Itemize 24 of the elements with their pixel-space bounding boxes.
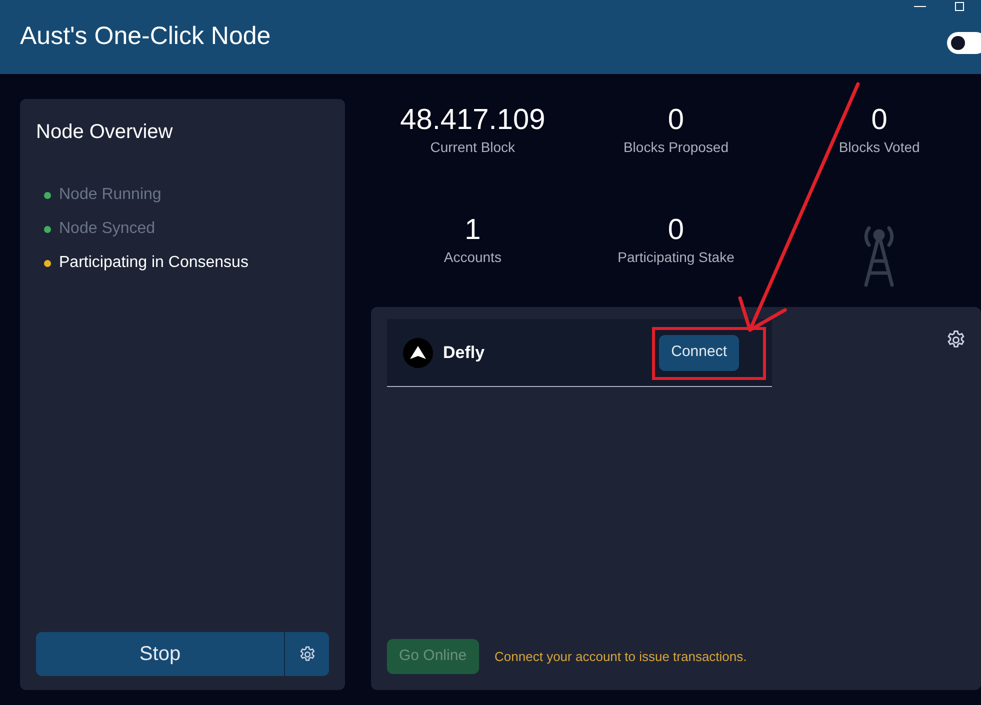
stat-value: 48.417.109 (400, 103, 546, 137)
stat-label: Blocks Voted (838, 138, 920, 157)
stat-value: 0 (668, 212, 684, 246)
stat-label: Blocks Proposed (623, 138, 729, 157)
maximize-icon[interactable] (955, 2, 964, 11)
stat-value: 0 (871, 103, 888, 137)
stop-button[interactable]: Stop (36, 632, 285, 676)
theme-toggle[interactable] (947, 32, 981, 54)
stat-value: 1 (464, 212, 481, 246)
hint-message: Connect your account to issue transactions. (494, 648, 747, 666)
connect-button[interactable]: Connect (659, 334, 739, 370)
settings-icon (298, 644, 316, 664)
stat-value: 0 (668, 103, 684, 137)
stat-label: Participating Stake (618, 248, 734, 267)
node-settings-button[interactable] (285, 632, 329, 676)
status-label: Participating in Consensus (59, 253, 248, 273)
status-label: Node Synced (59, 219, 156, 239)
window-title: Aust's One-Click Node (20, 21, 271, 52)
panel-title: Node Overview (36, 120, 174, 145)
wallet-name: Defly (443, 342, 485, 364)
stat-label: Accounts (444, 248, 502, 266)
stat-label: Current Block (430, 138, 516, 157)
status-label: Node Running (59, 185, 162, 205)
arrow-logo-icon (403, 338, 433, 368)
